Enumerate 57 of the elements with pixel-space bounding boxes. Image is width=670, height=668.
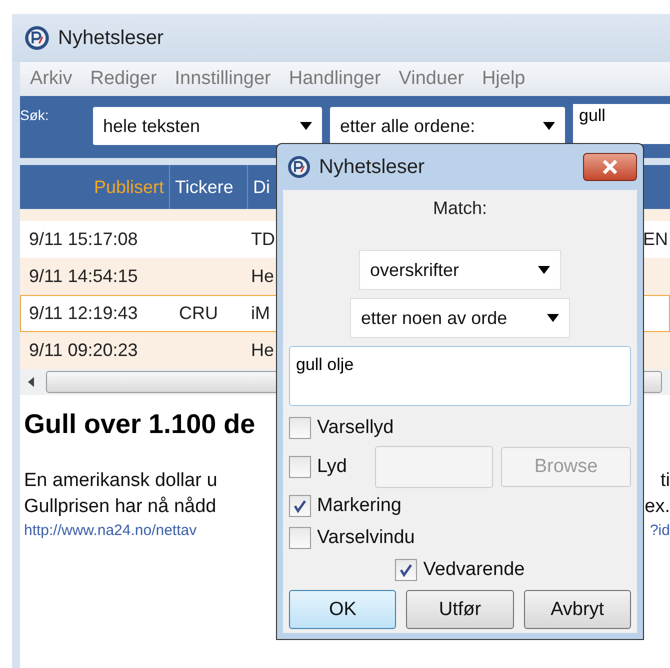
- dropdown-arrow-icon: [543, 122, 555, 130]
- sound-file-field[interactable]: [374, 446, 493, 488]
- table-cell-text: 9/11 14:54:15: [28, 266, 139, 287]
- article-link[interactable]: http://www.na24.no/nettav: [24, 520, 197, 542]
- checkbox-label: Lyd: [317, 456, 347, 478]
- words-field[interactable]: gull olje: [289, 346, 631, 406]
- checkbox[interactable]: [289, 527, 311, 549]
- field-dropdown[interactable]: overskrifter: [359, 250, 561, 290]
- close-button[interactable]: [583, 153, 637, 181]
- table-cell-text: 9/11 09:20:23: [28, 340, 139, 361]
- checkbox-label: Varselvindu: [317, 527, 415, 549]
- menu-item[interactable]: Rediger: [90, 68, 157, 90]
- article-headline: Gull over 1.100 de: [24, 409, 256, 440]
- checkbox-label: Varsellyd: [317, 417, 394, 439]
- search-label: Søk:: [20, 107, 50, 123]
- checkbox[interactable]: [289, 495, 311, 517]
- checkmark-icon: [399, 563, 414, 577]
- dialog-button[interactable]: Utfør: [406, 590, 514, 629]
- dropdown-arrow-icon: [300, 122, 312, 130]
- close-icon: [600, 160, 620, 174]
- article-link[interactable]: ?id: [650, 520, 670, 542]
- scope-dropdown[interactable]: hele teksten: [93, 107, 322, 145]
- article-text: ti: [660, 469, 670, 493]
- app-logo-icon: [24, 25, 50, 51]
- search-field[interactable]: gull: [573, 104, 670, 144]
- checkbox-label: Markering: [317, 495, 402, 517]
- table-cell: EN: [642, 229, 668, 250]
- table-cell-text: 9/11 15:17:08: [28, 229, 139, 250]
- table-cell-text: TD: [250, 229, 276, 250]
- mode-dropdown[interactable]: etter alle ordene:: [330, 107, 565, 145]
- menu-item[interactable]: Handlinger: [288, 68, 381, 90]
- scroll-left-icon[interactable]: [28, 377, 36, 387]
- checkbox[interactable]: [289, 417, 311, 439]
- menu-item[interactable]: Arkiv: [30, 68, 72, 90]
- menu-item[interactable]: Hjelp: [482, 68, 526, 90]
- dialog-button[interactable]: Avbryt: [524, 590, 631, 629]
- table-cell-text: He: [250, 340, 276, 361]
- article-text: ex.: [644, 495, 670, 519]
- dialog-button[interactable]: OK: [289, 590, 396, 629]
- checkmark-icon: [293, 499, 307, 513]
- table-cell-text: He: [250, 266, 276, 287]
- checkbox[interactable]: [395, 559, 418, 581]
- dialog-title: Nyhetsleser: [319, 156, 425, 178]
- table-cell-text: 9/11 12:19:43: [28, 303, 139, 324]
- table-cell-text: iM: [250, 303, 271, 324]
- match-label: Match:: [432, 198, 488, 219]
- article-text: En amerikansk dollar u: [24, 469, 218, 493]
- mode-dropdown[interactable]: etter noen av orde: [350, 298, 570, 338]
- app-logo-icon: [287, 155, 311, 179]
- window-title: Nyhetsleser: [58, 26, 164, 50]
- checkbox-label: Vedvarende: [423, 559, 525, 581]
- dropdown-arrow-icon: [547, 314, 559, 322]
- table-cell-text: CRU: [178, 303, 219, 324]
- article-text: Gullprisen har nå nådd: [24, 495, 216, 519]
- menu-item[interactable]: Vinduer: [398, 68, 464, 90]
- menu-item[interactable]: Innstillinger: [174, 68, 271, 90]
- dropdown-arrow-icon: [538, 266, 550, 274]
